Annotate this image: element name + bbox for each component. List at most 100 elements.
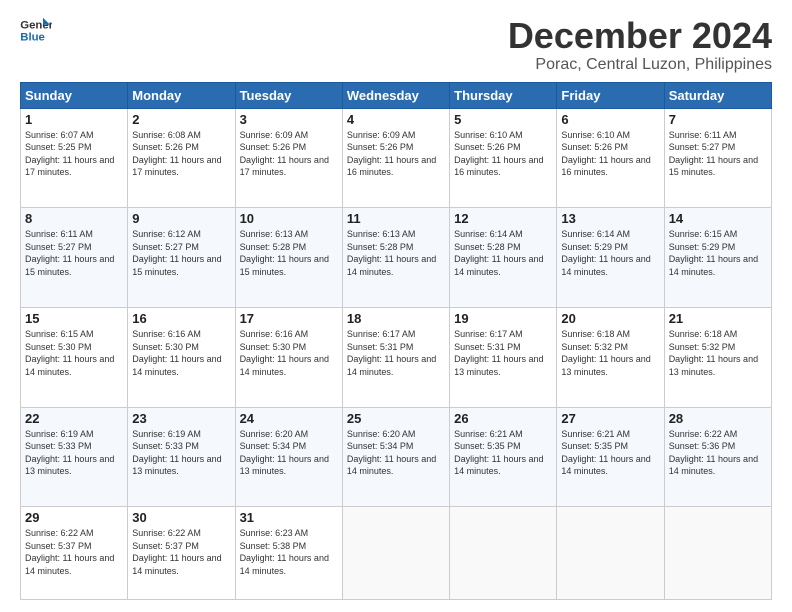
day-number: 10 <box>240 211 338 226</box>
calendar-cell: 19 Sunrise: 6:17 AM Sunset: 5:31 PM Dayli… <box>450 307 557 407</box>
calendar-cell: 14Sunrise: 6:15 AM Sunset: 5:29 PM Dayli… <box>664 208 771 308</box>
svg-text:General: General <box>20 19 52 31</box>
logo: General Blue <box>20 16 52 44</box>
calendar-cell: 27Sunrise: 6:21 AM Sunset: 5:35 PM Dayli… <box>557 407 664 507</box>
calendar-cell: 25 Sunrise: 6:20 AM Sunset: 5:34 PM Dayli… <box>342 407 449 507</box>
day-number: 22 <box>25 411 123 426</box>
title-section: December 2024 Porac, Central Luzon, Phil… <box>508 16 772 74</box>
svg-text:Blue: Blue <box>20 32 45 44</box>
col-wednesday: Wednesday <box>342 82 449 108</box>
calendar-week-5: 29 Sunrise: 6:22 AM Sunset: 5:37 PM Dayli… <box>21 507 772 600</box>
day-info: Sunrise: 6:19 AM Sunset: 5:33 PM Dayligh… <box>132 428 230 478</box>
calendar-cell: 30 Sunrise: 6:22 AM Sunset: 5:37 PM Dayli… <box>128 507 235 600</box>
calendar-cell: 28Sunrise: 6:22 AM Sunset: 5:36 PM Dayli… <box>664 407 771 507</box>
day-info: Sunrise: 6:21 AM Sunset: 5:35 PM Dayligh… <box>561 428 659 478</box>
header: General Blue December 2024 Porac, Centra… <box>20 16 772 74</box>
day-info: Sunrise: 6:16 AM Sunset: 5:30 PM Dayligh… <box>240 328 338 378</box>
day-info: Sunrise: 6:11 AM Sunset: 5:27 PM Dayligh… <box>669 129 767 179</box>
page: General Blue December 2024 Porac, Centra… <box>0 0 792 612</box>
col-tuesday: Tuesday <box>235 82 342 108</box>
day-info: Sunrise: 6:13 AM Sunset: 5:28 PM Dayligh… <box>240 228 338 278</box>
calendar-week-3: 15Sunrise: 6:15 AM Sunset: 5:30 PM Dayli… <box>21 307 772 407</box>
header-row: Sunday Monday Tuesday Wednesday Thursday… <box>21 82 772 108</box>
day-info: Sunrise: 6:07 AM Sunset: 5:25 PM Dayligh… <box>25 129 123 179</box>
calendar-cell: 17 Sunrise: 6:16 AM Sunset: 5:30 PM Dayli… <box>235 307 342 407</box>
day-number: 25 <box>347 411 445 426</box>
calendar-cell: 7 Sunrise: 6:11 AM Sunset: 5:27 PM Daylig… <box>664 108 771 208</box>
day-number: 9 <box>132 211 230 226</box>
day-info: Sunrise: 6:12 AM Sunset: 5:27 PM Dayligh… <box>132 228 230 278</box>
day-number: 20 <box>561 311 659 326</box>
day-info: Sunrise: 6:21 AM Sunset: 5:35 PM Dayligh… <box>454 428 552 478</box>
day-info: Sunrise: 6:17 AM Sunset: 5:31 PM Dayligh… <box>347 328 445 378</box>
day-info: Sunrise: 6:09 AM Sunset: 5:26 PM Dayligh… <box>240 129 338 179</box>
day-number: 31 <box>240 510 338 525</box>
day-info: Sunrise: 6:22 AM Sunset: 5:37 PM Dayligh… <box>132 527 230 577</box>
day-number: 4 <box>347 112 445 127</box>
calendar-cell <box>342 507 449 600</box>
calendar-week-1: 1Sunrise: 6:07 AM Sunset: 5:25 PM Daylig… <box>21 108 772 208</box>
calendar-table: Sunday Monday Tuesday Wednesday Thursday… <box>20 82 772 600</box>
day-info: Sunrise: 6:10 AM Sunset: 5:26 PM Dayligh… <box>454 129 552 179</box>
calendar-cell <box>557 507 664 600</box>
subtitle: Porac, Central Luzon, Philippines <box>508 56 772 74</box>
day-number: 17 <box>240 311 338 326</box>
calendar-cell: 9 Sunrise: 6:12 AM Sunset: 5:27 PM Daylig… <box>128 208 235 308</box>
day-number: 11 <box>347 211 445 226</box>
calendar-cell: 15Sunrise: 6:15 AM Sunset: 5:30 PM Dayli… <box>21 307 128 407</box>
calendar-cell: 22Sunrise: 6:19 AM Sunset: 5:33 PM Dayli… <box>21 407 128 507</box>
day-info: Sunrise: 6:23 AM Sunset: 5:38 PM Dayligh… <box>240 527 338 577</box>
day-info: Sunrise: 6:20 AM Sunset: 5:34 PM Dayligh… <box>347 428 445 478</box>
calendar-cell: 24Sunrise: 6:20 AM Sunset: 5:34 PM Dayli… <box>235 407 342 507</box>
calendar-week-2: 8 Sunrise: 6:11 AM Sunset: 5:27 PM Daylig… <box>21 208 772 308</box>
day-info: Sunrise: 6:11 AM Sunset: 5:27 PM Dayligh… <box>25 228 123 278</box>
calendar-cell: 3Sunrise: 6:09 AM Sunset: 5:26 PM Daylig… <box>235 108 342 208</box>
day-info: Sunrise: 6:17 AM Sunset: 5:31 PM Dayligh… <box>454 328 552 378</box>
day-info: Sunrise: 6:14 AM Sunset: 5:29 PM Dayligh… <box>561 228 659 278</box>
day-info: Sunrise: 6:10 AM Sunset: 5:26 PM Dayligh… <box>561 129 659 179</box>
day-number: 7 <box>669 112 767 127</box>
day-info: Sunrise: 6:09 AM Sunset: 5:26 PM Dayligh… <box>347 129 445 179</box>
day-number: 30 <box>132 510 230 525</box>
day-info: Sunrise: 6:08 AM Sunset: 5:26 PM Dayligh… <box>132 129 230 179</box>
calendar-cell: 31 Sunrise: 6:23 AM Sunset: 5:38 PM Dayli… <box>235 507 342 600</box>
day-info: Sunrise: 6:18 AM Sunset: 5:32 PM Dayligh… <box>669 328 767 378</box>
calendar-body: 1Sunrise: 6:07 AM Sunset: 5:25 PM Daylig… <box>21 108 772 599</box>
calendar-cell: 23Sunrise: 6:19 AM Sunset: 5:33 PM Dayli… <box>128 407 235 507</box>
day-number: 6 <box>561 112 659 127</box>
col-sunday: Sunday <box>21 82 128 108</box>
col-monday: Monday <box>128 82 235 108</box>
day-number: 21 <box>669 311 767 326</box>
calendar-cell: 8 Sunrise: 6:11 AM Sunset: 5:27 PM Daylig… <box>21 208 128 308</box>
day-number: 5 <box>454 112 552 127</box>
calendar-cell: 13 Sunrise: 6:14 AM Sunset: 5:29 PM Dayli… <box>557 208 664 308</box>
calendar-cell: 21 Sunrise: 6:18 AM Sunset: 5:32 PM Dayli… <box>664 307 771 407</box>
day-number: 13 <box>561 211 659 226</box>
calendar-cell: 1Sunrise: 6:07 AM Sunset: 5:25 PM Daylig… <box>21 108 128 208</box>
calendar-cell <box>664 507 771 600</box>
day-number: 24 <box>240 411 338 426</box>
day-info: Sunrise: 6:16 AM Sunset: 5:30 PM Dayligh… <box>132 328 230 378</box>
day-number: 12 <box>454 211 552 226</box>
calendar-cell: 6 Sunrise: 6:10 AM Sunset: 5:26 PM Daylig… <box>557 108 664 208</box>
day-info: Sunrise: 6:15 AM Sunset: 5:30 PM Dayligh… <box>25 328 123 378</box>
calendar-week-4: 22 Sunrise: 6:19 AM Sunset: 5:33 PM Dayli… <box>21 407 772 507</box>
calendar-cell: 20 Sunrise: 6:18 AM Sunset: 5:32 PM Dayli… <box>557 307 664 407</box>
day-info: Sunrise: 6:22 AM Sunset: 5:37 PM Dayligh… <box>25 527 123 577</box>
calendar-cell: 18 Sunrise: 6:17 AM Sunset: 5:31 PM Dayli… <box>342 307 449 407</box>
day-info: Sunrise: 6:18 AM Sunset: 5:32 PM Dayligh… <box>561 328 659 378</box>
col-thursday: Thursday <box>450 82 557 108</box>
calendar-cell: 16Sunrise: 6:16 AM Sunset: 5:30 PM Dayli… <box>128 307 235 407</box>
col-friday: Friday <box>557 82 664 108</box>
day-info: Sunrise: 6:22 AM Sunset: 5:36 PM Dayligh… <box>669 428 767 478</box>
main-title: December 2024 <box>508 16 772 56</box>
day-number: 19 <box>454 311 552 326</box>
calendar-cell: 4 Sunrise: 6:09 AM Sunset: 5:26 PM Daylig… <box>342 108 449 208</box>
calendar-cell: 26Sunrise: 6:21 AM Sunset: 5:35 PM Dayli… <box>450 407 557 507</box>
day-number: 18 <box>347 311 445 326</box>
day-number: 29 <box>25 510 123 525</box>
day-number: 8 <box>25 211 123 226</box>
day-number: 2 <box>132 112 230 127</box>
calendar-cell: 29 Sunrise: 6:22 AM Sunset: 5:37 PM Dayli… <box>21 507 128 600</box>
day-info: Sunrise: 6:15 AM Sunset: 5:29 PM Dayligh… <box>669 228 767 278</box>
